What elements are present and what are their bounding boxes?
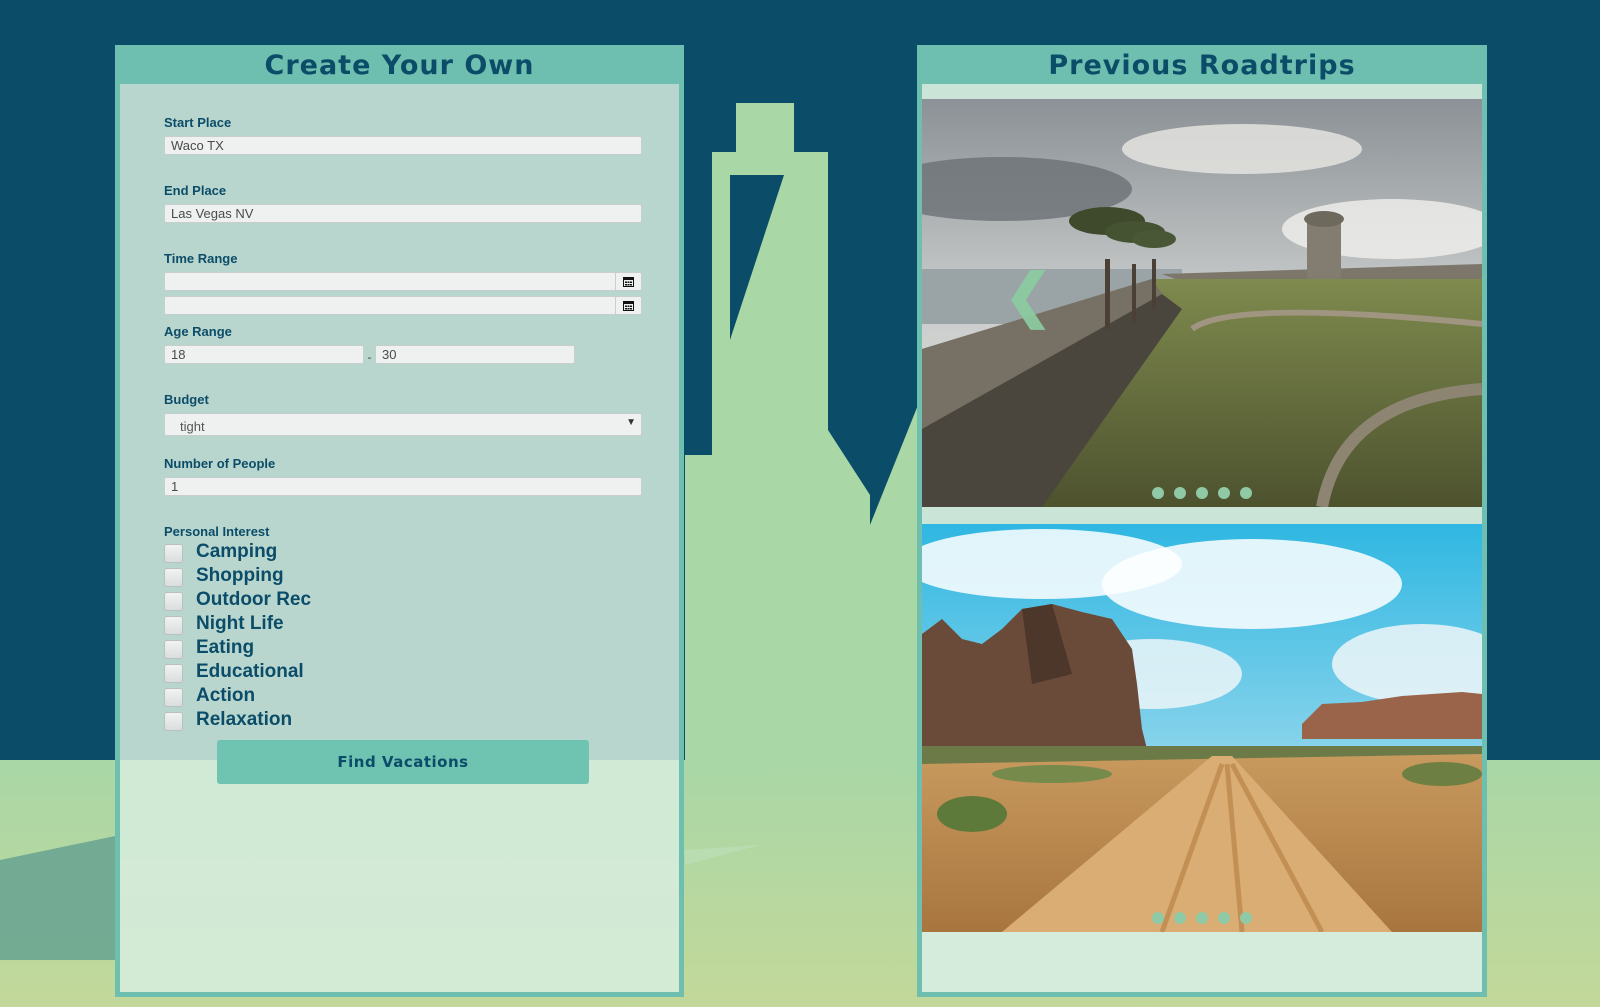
end-date-input[interactable] xyxy=(164,296,616,315)
carousel-dot[interactable] xyxy=(1218,487,1230,499)
budget-select[interactable]: tight ▼ xyxy=(164,413,642,436)
interest-educational[interactable]: Educational xyxy=(164,660,311,684)
end-place-input[interactable] xyxy=(164,204,642,223)
interest-shopping[interactable]: Shopping xyxy=(164,564,311,588)
personal-interest-label: Personal Interest xyxy=(164,524,270,539)
carousel-dot[interactable] xyxy=(1218,912,1230,924)
checkbox[interactable] xyxy=(164,712,183,731)
checkbox[interactable] xyxy=(164,664,183,683)
interest-eating[interactable]: Eating xyxy=(164,636,311,660)
checkbox[interactable] xyxy=(164,592,183,611)
time-range-label: Time Range xyxy=(164,251,238,266)
previous-roadtrips-title: Previous Roadtrips xyxy=(917,45,1487,84)
interest-camping[interactable]: Camping xyxy=(164,540,311,564)
dropdown-arrow-icon: ▼ xyxy=(626,417,636,428)
start-place-label: Start Place xyxy=(164,115,232,130)
checkbox[interactable] xyxy=(164,616,183,635)
age-range-separator: - xyxy=(367,352,372,364)
carousel-dot[interactable] xyxy=(1152,487,1164,499)
checkbox[interactable] xyxy=(164,544,183,563)
desert-road-photo xyxy=(922,524,1482,932)
carousel-dot[interactable] xyxy=(1240,487,1252,499)
previous-roadtrips-panel: Previous Roadtrips ❮ xyxy=(917,45,1487,997)
carousel-dot[interactable] xyxy=(1152,912,1164,924)
budget-selected-value: tight xyxy=(180,419,205,434)
start-date-field xyxy=(164,272,642,292)
carousel-dot[interactable] xyxy=(1174,487,1186,499)
budget-label: Budget xyxy=(164,392,209,407)
interest-relaxation[interactable]: Relaxation xyxy=(164,708,311,732)
carousel-dot[interactable] xyxy=(1240,912,1252,924)
interest-checkbox-list: Camping Shopping Outdoor Rec Night Life … xyxy=(164,540,311,732)
start-place-input[interactable] xyxy=(164,136,642,155)
create-your-own-panel: Create Your Own Start Place End Place Ti… xyxy=(115,45,684,997)
create-your-own-title: Create Your Own xyxy=(115,45,684,84)
end-place-label: End Place xyxy=(164,183,227,198)
roadtrip-carousel-1: ❮ xyxy=(922,99,1482,507)
carousel-dot[interactable] xyxy=(1174,912,1186,924)
number-of-people-label: Number of People xyxy=(164,456,276,471)
start-date-calendar-icon[interactable] xyxy=(616,272,642,291)
start-date-input[interactable] xyxy=(164,272,616,291)
interest-night-life[interactable]: Night Life xyxy=(164,612,311,636)
carousel-dot[interactable] xyxy=(1196,912,1208,924)
interest-outdoor-rec[interactable]: Outdoor Rec xyxy=(164,588,311,612)
age-max-input[interactable] xyxy=(375,345,575,364)
age-min-input[interactable] xyxy=(164,345,364,364)
end-date-calendar-icon[interactable] xyxy=(616,296,642,315)
age-range-label: Age Range xyxy=(164,324,232,339)
roadtrip-carousel-2 xyxy=(922,524,1482,932)
carousel-2-dots xyxy=(922,912,1482,924)
checkbox[interactable] xyxy=(164,640,183,659)
checkbox[interactable] xyxy=(164,568,183,587)
carousel-1-dots xyxy=(922,487,1482,499)
end-date-field xyxy=(164,296,642,316)
interest-action[interactable]: Action xyxy=(164,684,311,708)
number-of-people-input[interactable] xyxy=(164,477,642,496)
carousel-dot[interactable] xyxy=(1196,487,1208,499)
find-vacations-button[interactable]: Find Vacations xyxy=(217,740,589,784)
carousel-prev-arrow-icon[interactable]: ❮ xyxy=(1004,267,1053,325)
checkbox[interactable] xyxy=(164,688,183,707)
